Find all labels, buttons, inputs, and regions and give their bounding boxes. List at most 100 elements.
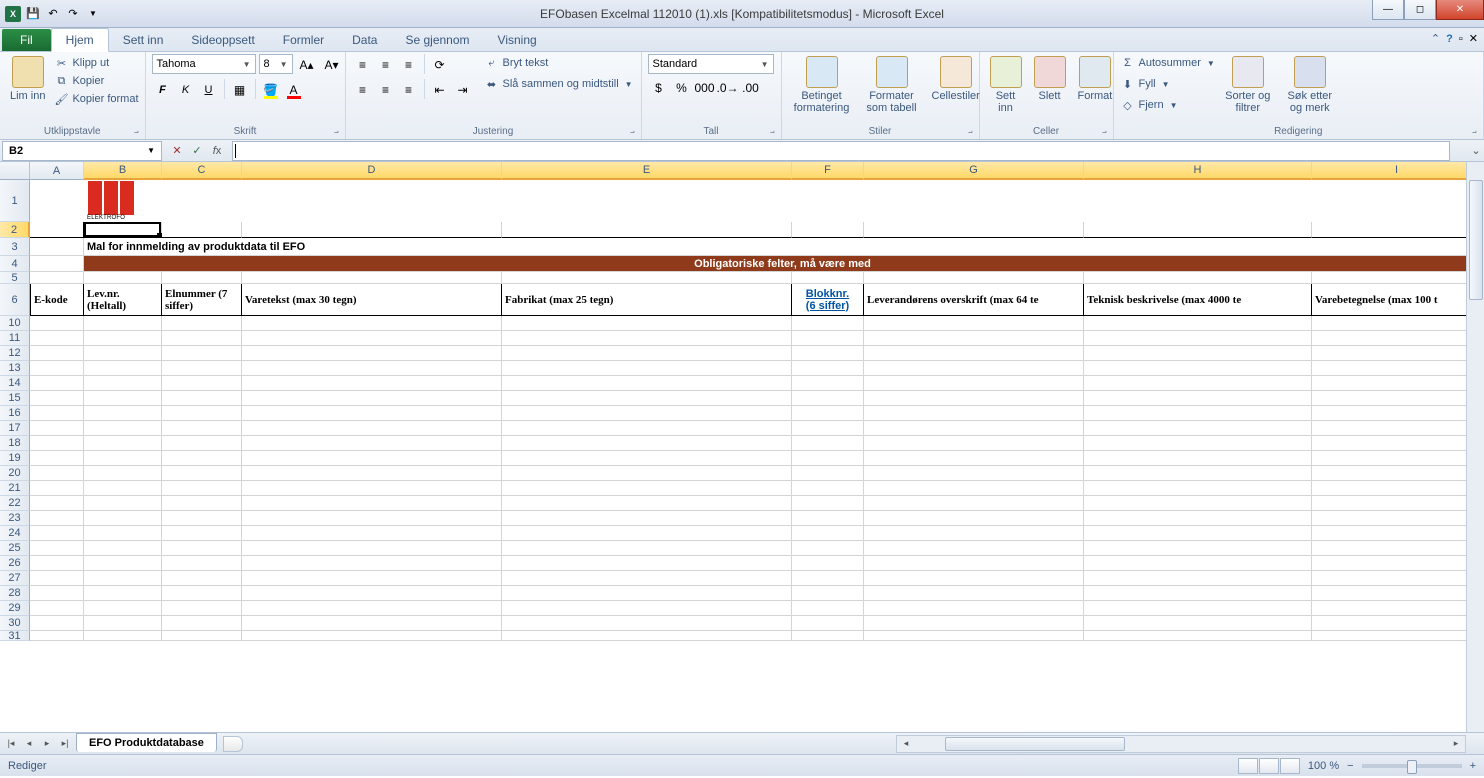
- cell-r27-1[interactable]: [84, 571, 162, 586]
- cell-r19-7[interactable]: [1084, 451, 1312, 466]
- cell-r12-4[interactable]: [502, 346, 792, 361]
- cell-r31-5[interactable]: [792, 631, 864, 641]
- cell-r15-0[interactable]: [30, 391, 84, 406]
- row-header-5[interactable]: 5: [0, 272, 30, 284]
- row-header-10[interactable]: 10: [0, 316, 30, 331]
- cell-r31-0[interactable]: [30, 631, 84, 641]
- row-header-25[interactable]: 25: [0, 541, 30, 556]
- cell-r24-6[interactable]: [864, 526, 1084, 541]
- cell-r14-4[interactable]: [502, 376, 792, 391]
- cell-r30-8[interactable]: [1312, 616, 1482, 631]
- cell-r24-3[interactable]: [242, 526, 502, 541]
- cell-r28-1[interactable]: [84, 586, 162, 601]
- cell-r11-2[interactable]: [162, 331, 242, 346]
- cell-r22-0[interactable]: [30, 496, 84, 511]
- cell-r11-8[interactable]: [1312, 331, 1482, 346]
- cell-r22-2[interactable]: [162, 496, 242, 511]
- cell-r26-6[interactable]: [864, 556, 1084, 571]
- cell-r14-2[interactable]: [162, 376, 242, 391]
- cell-r24-8[interactable]: [1312, 526, 1482, 541]
- cell-r18-4[interactable]: [502, 436, 792, 451]
- cell-r1-4[interactable]: [502, 180, 792, 222]
- cell-r15-8[interactable]: [1312, 391, 1482, 406]
- row-header-13[interactable]: 13: [0, 361, 30, 376]
- cell-r12-1[interactable]: [84, 346, 162, 361]
- cell-r25-4[interactable]: [502, 541, 792, 556]
- underline-button[interactable]: U: [198, 79, 220, 101]
- cell-r24-5[interactable]: [792, 526, 864, 541]
- redo-icon[interactable]: ↷: [64, 5, 82, 23]
- cell-r2-2[interactable]: [162, 222, 242, 238]
- insert-cells-button[interactable]: Sett inn: [986, 54, 1026, 116]
- cell-r31-7[interactable]: [1084, 631, 1312, 641]
- cell-r16-4[interactable]: [502, 406, 792, 421]
- cell-r12-3[interactable]: [242, 346, 502, 361]
- decrease-indent-button[interactable]: ⇤: [429, 79, 451, 101]
- row-header-27[interactable]: 27: [0, 571, 30, 586]
- cell-r25-6[interactable]: [864, 541, 1084, 556]
- cell-r26-7[interactable]: [1084, 556, 1312, 571]
- cell-r23-0[interactable]: [30, 511, 84, 526]
- cell-r22-7[interactable]: [1084, 496, 1312, 511]
- minimize-ribbon-icon[interactable]: ⌃: [1431, 32, 1440, 45]
- cell-r26-2[interactable]: [162, 556, 242, 571]
- hdr-d[interactable]: Varetekst (max 30 tegn): [242, 284, 502, 316]
- cell-r2-7[interactable]: [1084, 222, 1312, 238]
- cell-r31-2[interactable]: [162, 631, 242, 641]
- row-header-24[interactable]: 24: [0, 526, 30, 541]
- cell-r14-6[interactable]: [864, 376, 1084, 391]
- cell-r31-3[interactable]: [242, 631, 502, 641]
- hdr-h[interactable]: Teknisk beskrivelse (max 4000 te: [1084, 284, 1312, 316]
- cell-r27-7[interactable]: [1084, 571, 1312, 586]
- cell-r17-2[interactable]: [162, 421, 242, 436]
- cell-r11-3[interactable]: [242, 331, 502, 346]
- orientation-button[interactable]: ⟳: [429, 54, 451, 76]
- cell-r23-6[interactable]: [864, 511, 1084, 526]
- col-header-H[interactable]: H: [1084, 162, 1312, 180]
- cell-r14-1[interactable]: [84, 376, 162, 391]
- row-header-20[interactable]: 20: [0, 466, 30, 481]
- cell-r12-8[interactable]: [1312, 346, 1482, 361]
- cell-r14-7[interactable]: [1084, 376, 1312, 391]
- cell-r26-4[interactable]: [502, 556, 792, 571]
- cell-r28-5[interactable]: [792, 586, 864, 601]
- col-header-A[interactable]: A: [30, 162, 84, 180]
- cell-r10-0[interactable]: [30, 316, 84, 331]
- number-format-combo[interactable]: Standard▼: [648, 54, 774, 74]
- cell-r14-3[interactable]: [242, 376, 502, 391]
- cell-r16-3[interactable]: [242, 406, 502, 421]
- row-header-1[interactable]: 1: [0, 180, 30, 222]
- excel-icon[interactable]: X: [4, 5, 22, 23]
- cell-r24-7[interactable]: [1084, 526, 1312, 541]
- select-all-corner[interactable]: [0, 162, 30, 180]
- cell-r17-7[interactable]: [1084, 421, 1312, 436]
- cell-r23-2[interactable]: [162, 511, 242, 526]
- cell-r1-2[interactable]: [162, 180, 242, 222]
- cell-r1-6[interactable]: [864, 180, 1084, 222]
- hdr-a[interactable]: E-kode: [30, 284, 84, 316]
- cell-r29-0[interactable]: [30, 601, 84, 616]
- row-header-29[interactable]: 29: [0, 601, 30, 616]
- hscroll-left[interactable]: ◂: [897, 735, 915, 753]
- cell-r21-8[interactable]: [1312, 481, 1482, 496]
- cell-r28-6[interactable]: [864, 586, 1084, 601]
- cell-r13-0[interactable]: [30, 361, 84, 376]
- expand-formula-bar-icon[interactable]: ⌄: [1468, 144, 1484, 157]
- cell-r31-4[interactable]: [502, 631, 792, 641]
- cell-r30-5[interactable]: [792, 616, 864, 631]
- cell-r13-2[interactable]: [162, 361, 242, 376]
- cell-r31-8[interactable]: [1312, 631, 1482, 641]
- cell-r12-0[interactable]: [30, 346, 84, 361]
- comma-button[interactable]: 000: [694, 77, 716, 99]
- format-cells-button[interactable]: Format: [1074, 54, 1117, 104]
- cell-r23-4[interactable]: [502, 511, 792, 526]
- cell-r19-8[interactable]: [1312, 451, 1482, 466]
- cell-mal-title[interactable]: Mal for innmelding av produktdata til EF…: [84, 238, 1482, 256]
- cell-r14-5[interactable]: [792, 376, 864, 391]
- hdr-g[interactable]: Leverandørens overskrift (max 64 te: [864, 284, 1084, 316]
- cell-r16-2[interactable]: [162, 406, 242, 421]
- cell-r21-7[interactable]: [1084, 481, 1312, 496]
- align-bottom-button[interactable]: ≡: [398, 54, 420, 76]
- percent-button[interactable]: %: [671, 77, 693, 99]
- cell-r2-0[interactable]: [30, 222, 84, 238]
